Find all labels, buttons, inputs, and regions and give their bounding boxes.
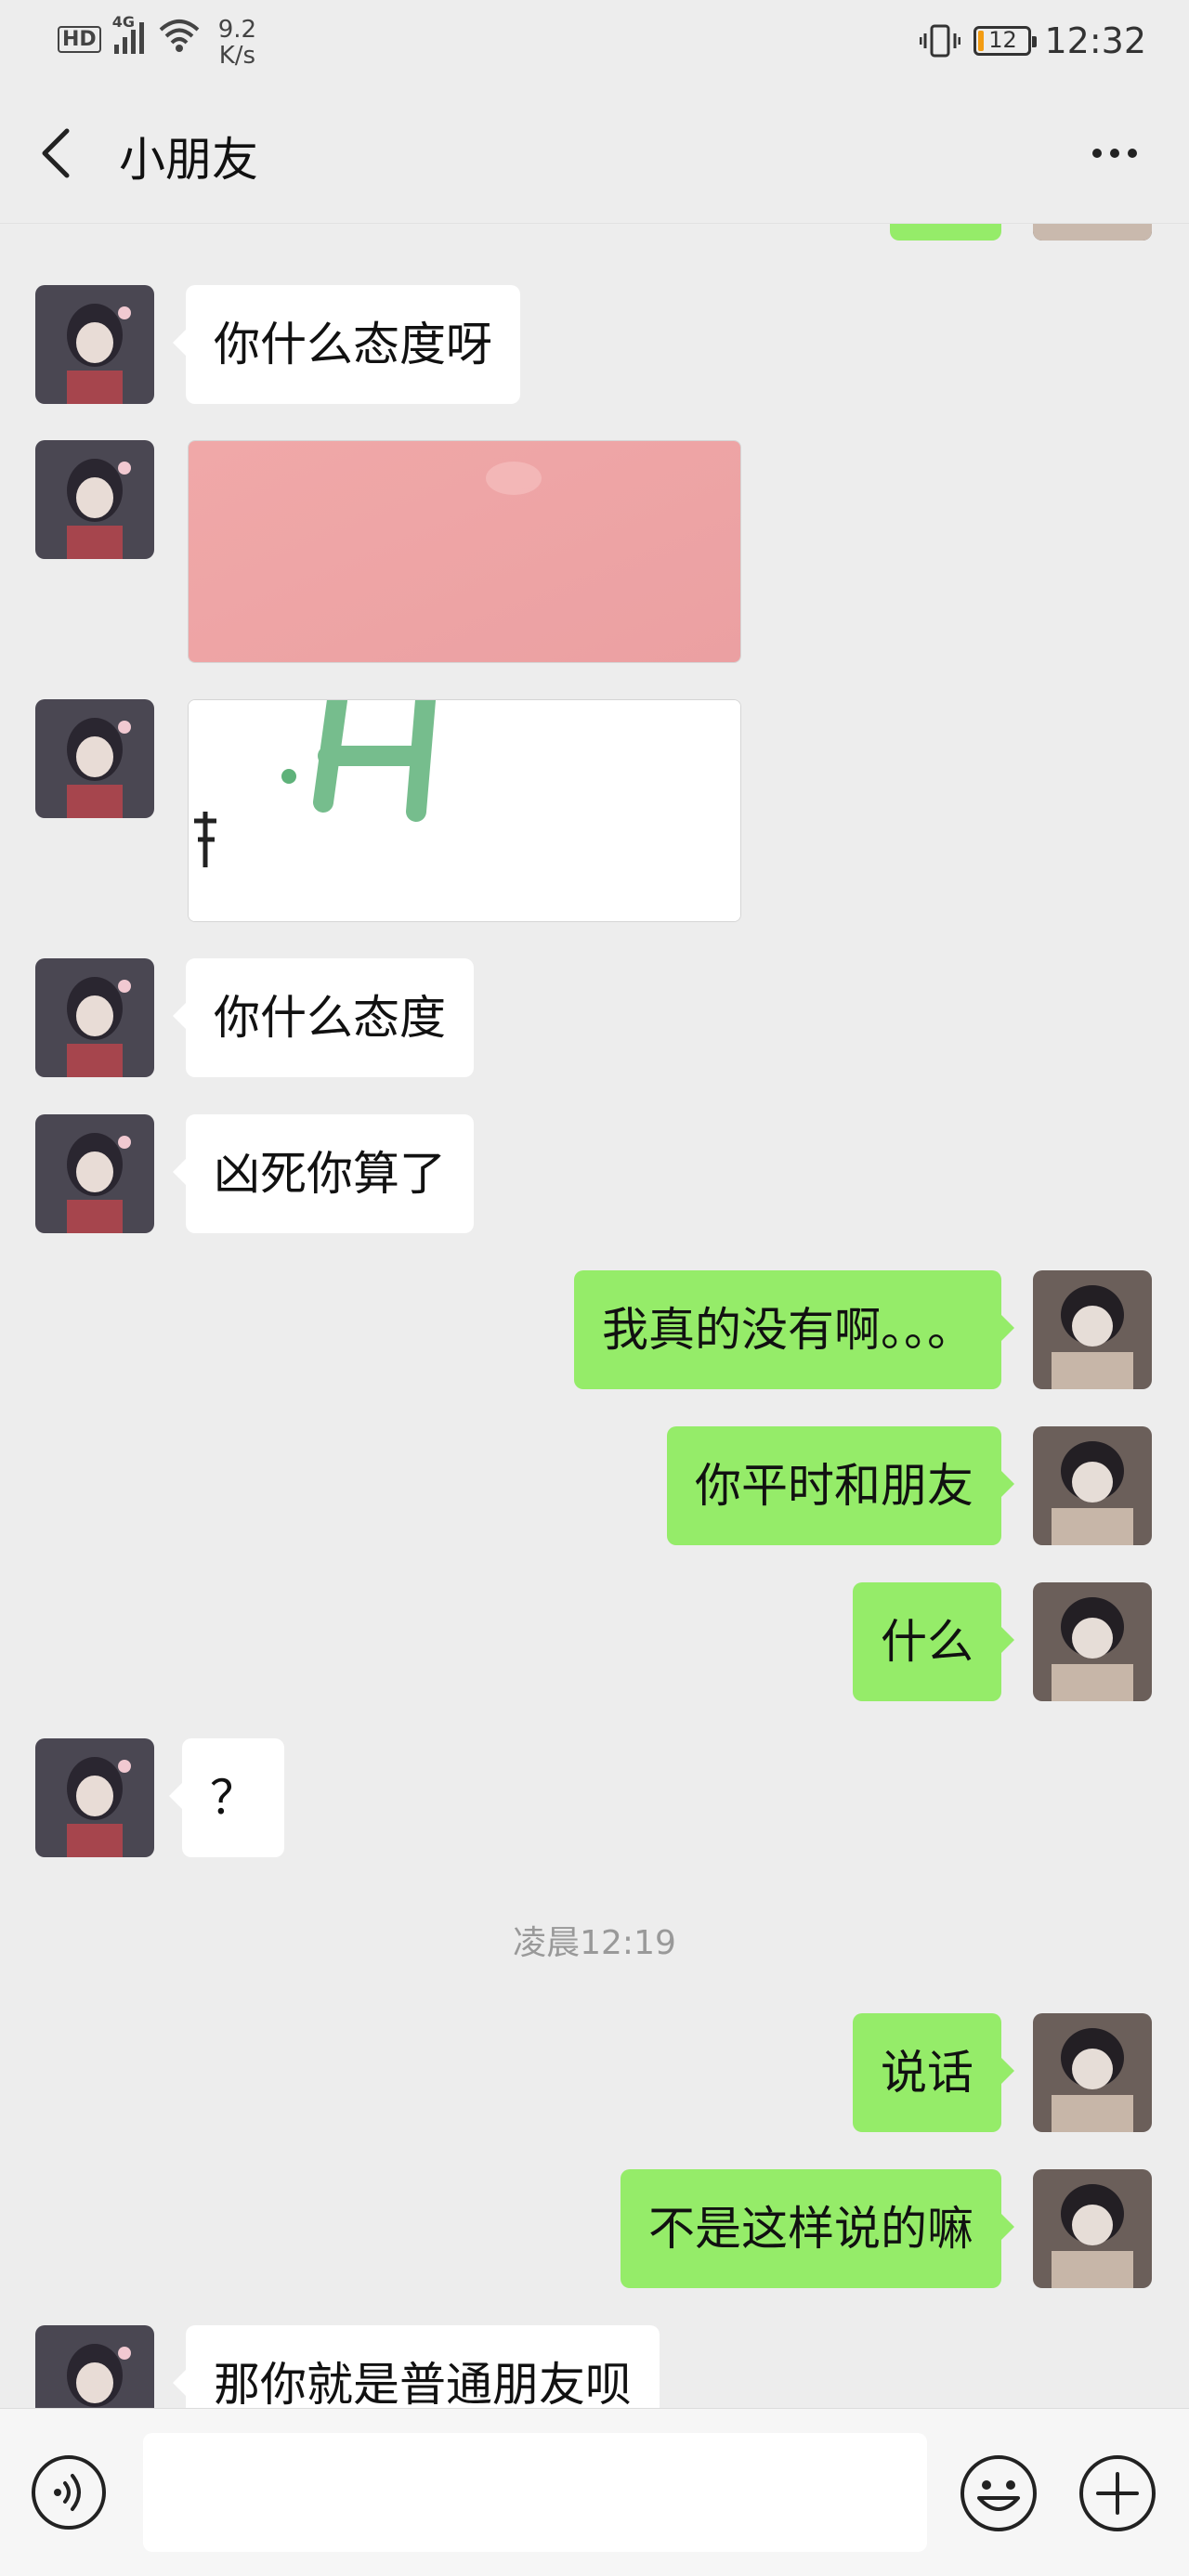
avatar-contact[interactable] (35, 1114, 154, 1233)
avatar-contact[interactable] (35, 958, 154, 1077)
cell-signal-icon: 4G (112, 13, 144, 54)
image-message[interactable] (188, 699, 741, 922)
battery-level: 12 (988, 27, 1017, 53)
more-dot (1092, 149, 1102, 158)
message-bubble[interactable]: 不是这样说的嘛 (621, 2169, 1014, 2288)
message-bubble[interactable]: ？ (169, 1738, 284, 1857)
status-bar: HD 4G 9.2 K/s 12 12:32 (0, 0, 1189, 84)
avatar-me[interactable] (1033, 1426, 1152, 1545)
sticker-image (189, 700, 740, 921)
emoji-button[interactable] (959, 2453, 1039, 2533)
avatar-image (35, 699, 154, 818)
status-right: 12 12:32 (920, 20, 1146, 61)
avatar-image (35, 1738, 154, 1857)
plus-icon (1079, 2455, 1156, 2531)
avatar-contact[interactable] (35, 1738, 154, 1857)
avatar-contact[interactable] (35, 2325, 154, 2408)
clock: 12:32 (1044, 20, 1146, 61)
plus-button[interactable] (1078, 2453, 1157, 2533)
more-button[interactable] (1078, 121, 1152, 186)
status-left: HD 4G 9.2 K/s (58, 13, 256, 69)
message-bubble[interactable]: 你平时和朋友 (667, 1426, 1014, 1545)
message-bubble[interactable]: 你什么态度呀 (173, 285, 520, 404)
chat-title: 小朋友 (119, 133, 258, 187)
avatar-image (35, 2325, 154, 2408)
back-button[interactable] (28, 121, 84, 186)
avatar-image (1033, 224, 1152, 241)
chevron-left-icon (42, 128, 70, 178)
avatar-contact[interactable] (35, 440, 154, 559)
wifi-icon (159, 20, 200, 52)
more-dot (1128, 149, 1137, 158)
avatar-image (1033, 1270, 1152, 1389)
avatar-image (1033, 1582, 1152, 1701)
message-bubble[interactable]: 那你就是普通朋友呗 (173, 2325, 660, 2408)
avatar-image (1033, 1426, 1152, 1545)
voice-button[interactable] (30, 2453, 108, 2531)
speed-unit: K/s (218, 42, 256, 70)
avatar-me[interactable] (1033, 1270, 1152, 1389)
avatar-image (1033, 2013, 1152, 2132)
image-message[interactable] (188, 440, 741, 663)
avatar-me[interactable] (1033, 1582, 1152, 1701)
message-bubble[interactable]: 你什么态度 (173, 958, 474, 1077)
message-bubble[interactable]: 说话 (853, 2013, 1014, 2132)
vibrate-icon (920, 24, 961, 58)
network-type: 4G (111, 13, 135, 31)
avatar-image (35, 1114, 154, 1233)
message-bubble[interactable] (890, 224, 1001, 241)
avatar-image (35, 440, 154, 559)
input-bar (0, 2408, 1189, 2576)
message-bubble[interactable]: 什么 (853, 1582, 1014, 1701)
avatar-image (1033, 2169, 1152, 2288)
message-list[interactable]: 你什么态度呀 你什么态度 凶死你算了 我真的没有啊。。。 你平时和朋友 什么 ？… (0, 224, 1189, 2408)
avatar-me[interactable] (1033, 224, 1152, 241)
avatar-contact[interactable] (35, 699, 154, 818)
pink-image (189, 441, 740, 662)
chat-header: 小朋友 (0, 84, 1189, 224)
avatar-image (35, 958, 154, 1077)
avatar-me[interactable] (1033, 2169, 1152, 2288)
more-dot (1110, 149, 1119, 158)
hd-badge: HD (58, 26, 101, 53)
avatar-contact[interactable] (35, 285, 154, 404)
time-divider: 凌晨12:19 (513, 1924, 676, 1962)
avatar-me[interactable] (1033, 2013, 1152, 2132)
emoji-icon (960, 2455, 1037, 2531)
avatar-image (35, 285, 154, 404)
network-speed: 9.2 K/s (218, 17, 256, 69)
speed-value: 9.2 (217, 16, 257, 44)
message-bubble[interactable]: 我真的没有啊。。。 (574, 1270, 1014, 1389)
battery-icon: 12 (973, 26, 1038, 56)
message-input[interactable] (143, 2433, 927, 2552)
message-bubble[interactable]: 凶死你算了 (173, 1114, 474, 1233)
voice-icon (32, 2455, 106, 2530)
